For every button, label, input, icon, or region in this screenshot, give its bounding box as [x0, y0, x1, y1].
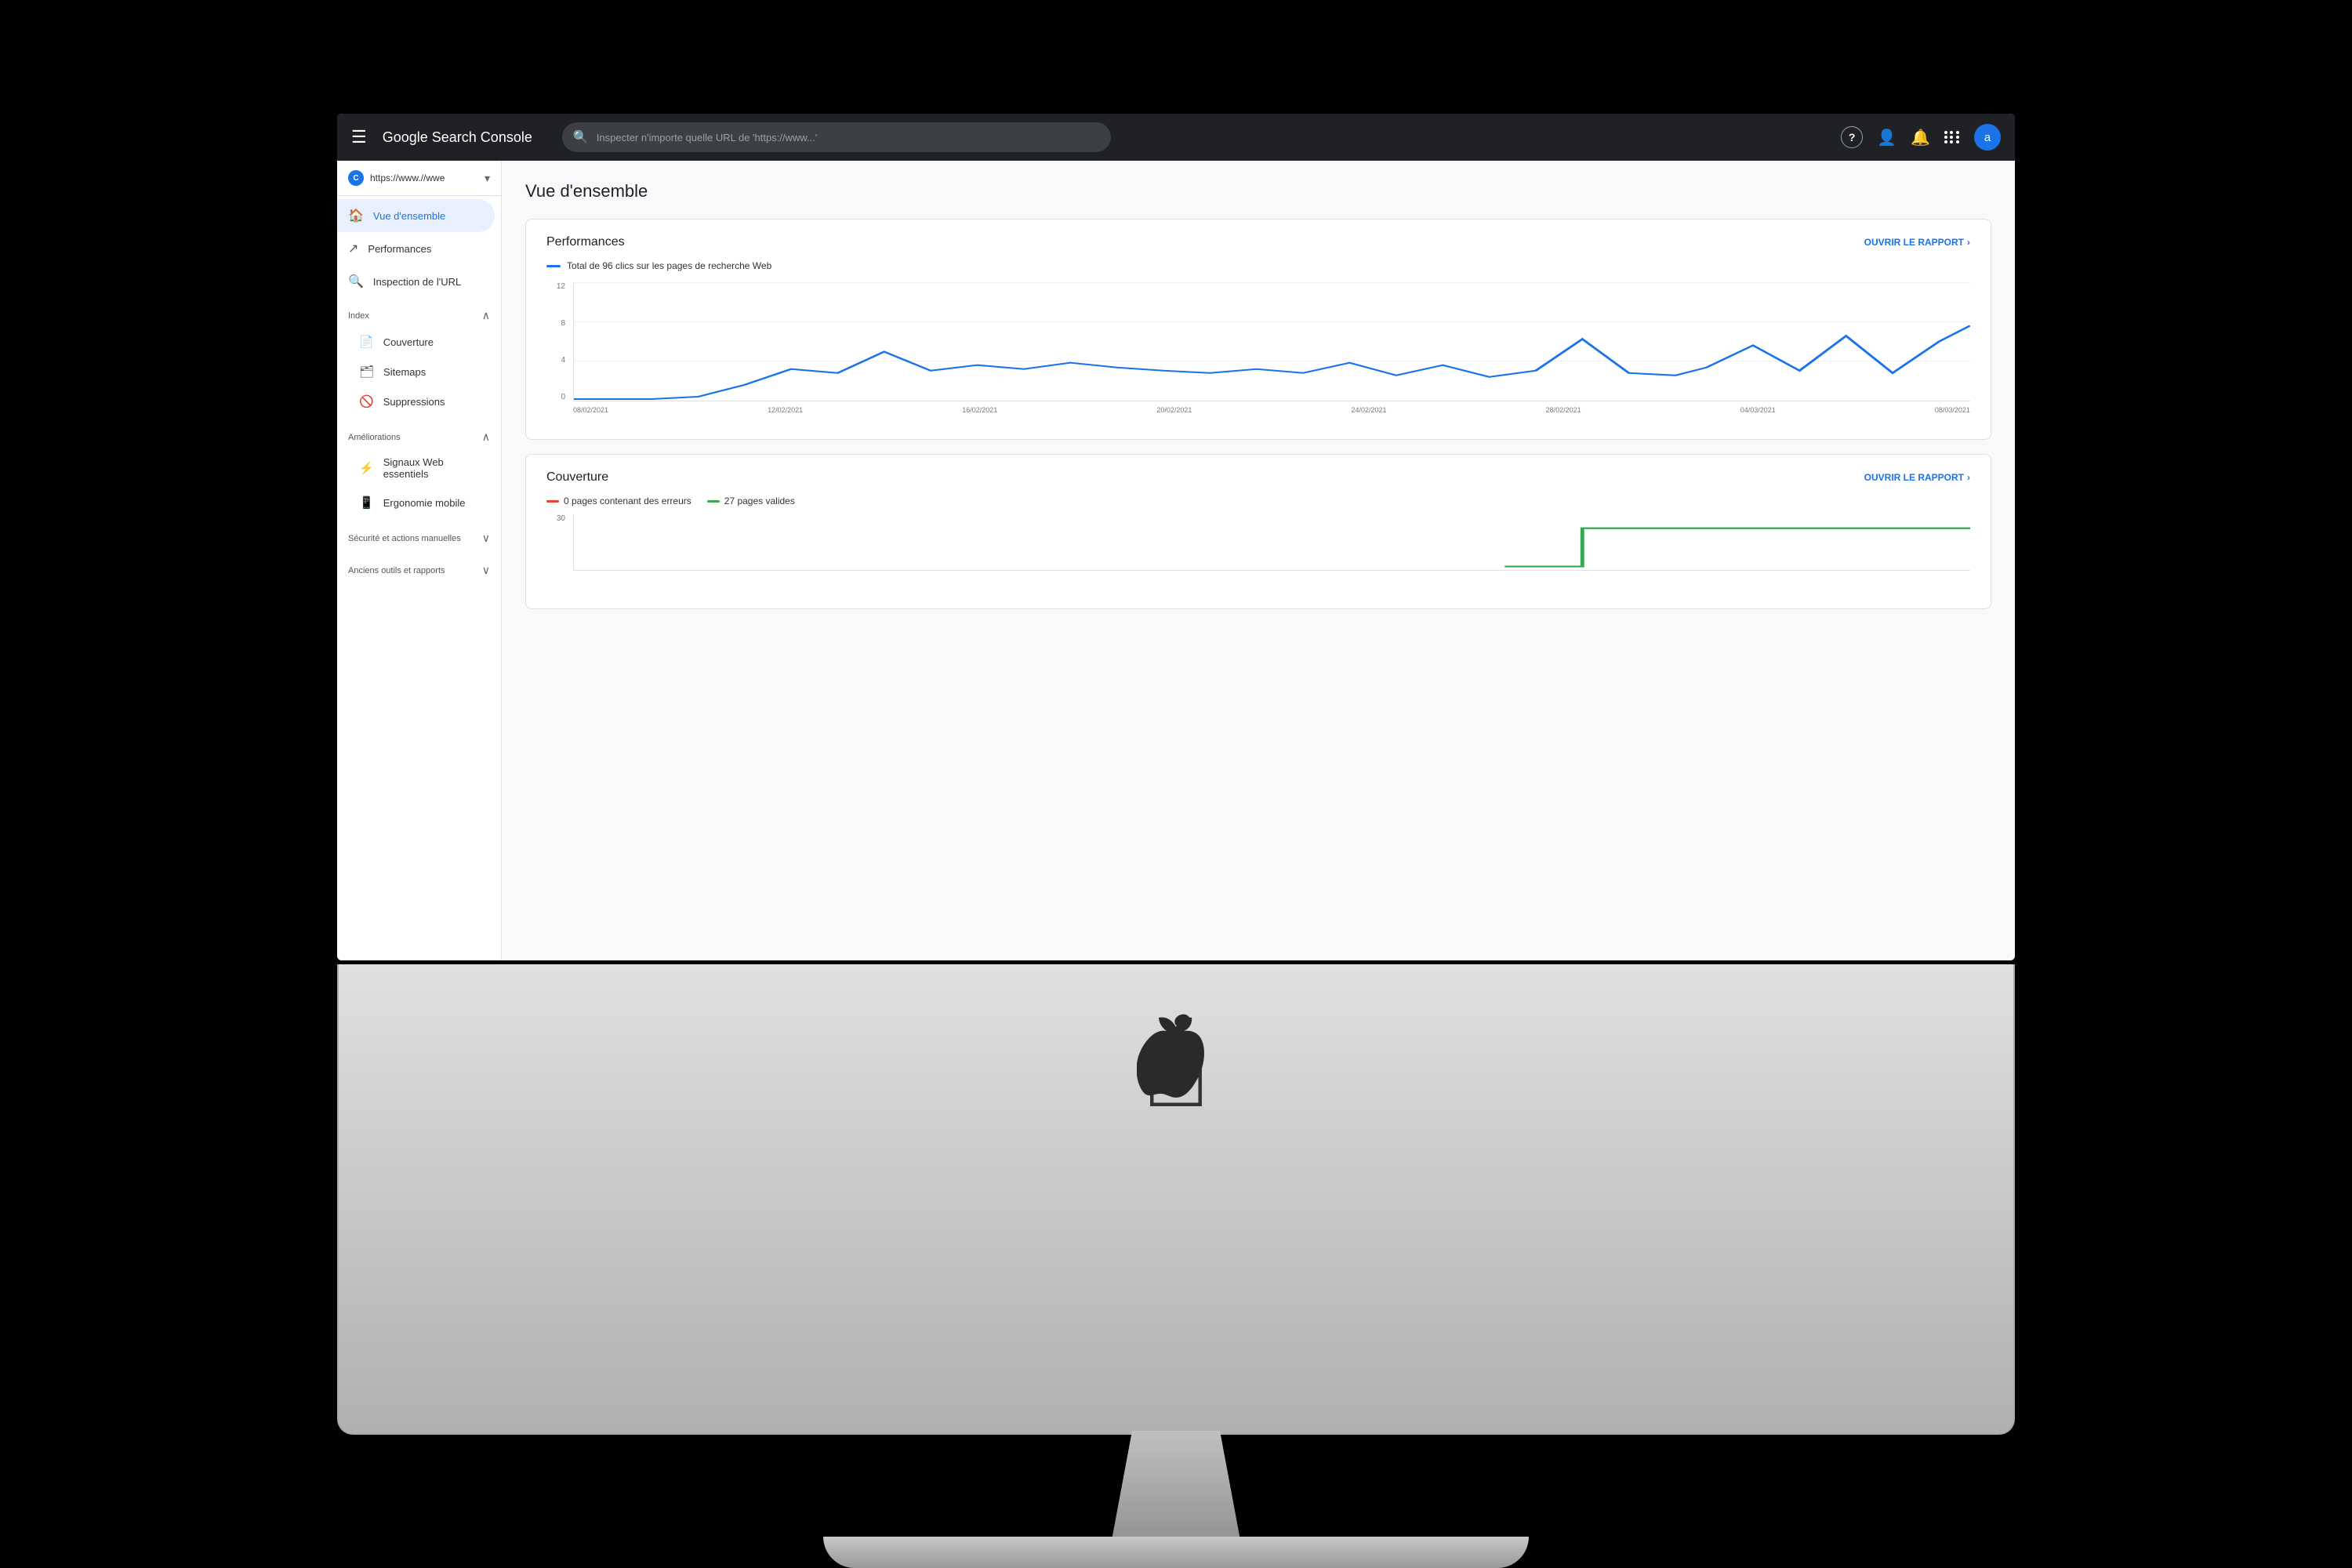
section-index-chevron[interactable]: ∧ [482, 309, 490, 322]
site-favicon: C [348, 170, 364, 186]
section-securite: Sécurité et actions manuelles ∨ [337, 521, 501, 550]
coverage-chart: 30 [546, 514, 1970, 593]
performances-report-link[interactable]: OUVRIR LE RAPPORT › [1864, 237, 1970, 248]
hamburger-icon[interactable]: ☰ [351, 127, 367, 147]
performances-legend-text: Total de 96 clics sur les pages de reche… [567, 260, 771, 271]
apple-logo-svg [1137, 1011, 1215, 1105]
page-title: Vue d'ensemble [525, 181, 1991, 201]
nav-label-ergonomie: Ergonomie mobile [383, 497, 466, 509]
sidebar-item-performances[interactable]: ↗ Performances [337, 232, 501, 265]
nav-label-sitemaps: Sitemaps [383, 366, 426, 378]
performances-legend: Total de 96 clics sur les pages de reche… [546, 260, 1970, 271]
grid-icon[interactable] [1944, 131, 1960, 143]
topbar: ☰ Google Search Console 🔍 Inspecter n'im… [337, 114, 2015, 161]
sidebar-item-couverture[interactable]: 📄 Couverture [337, 327, 501, 357]
coverage-card: Couverture OUVRIR LE RAPPORT › 0 pages c… [525, 454, 1991, 609]
sidebar: C https://www.//wwe ▾ 🏠 Vue d'ensemble ↗… [337, 161, 502, 960]
sidebar-item-inspection[interactable]: 🔍 Inspection de l'URL [337, 265, 501, 298]
coverage-legend-valid: 27 pages valides [724, 495, 795, 506]
performances-card-title: Performances [546, 235, 625, 249]
nav-label-couverture: Couverture [383, 336, 434, 348]
search-placeholder: Inspecter n'importe quelle URL de 'https… [597, 132, 818, 143]
nav-label-inspection: Inspection de l'URL [373, 276, 461, 288]
sidebar-item-suppressions[interactable]: 🚫 Suppressions [337, 387, 501, 416]
coverage-report-link[interactable]: OUVRIR LE RAPPORT › [1864, 472, 1970, 483]
avatar[interactable]: a [1974, 124, 2001, 151]
section-ameliorations: Améliorations ∧ [337, 419, 501, 448]
monitor-stand-base [823, 1537, 1529, 1568]
site-selector[interactable]: C https://www.//wwe ▾ [337, 161, 501, 196]
performances-card: Performances OUVRIR LE RAPPORT › Total d… [525, 219, 1991, 440]
coverage-card-title: Couverture [546, 470, 608, 485]
help-icon[interactable]: ? [1841, 126, 1863, 148]
signaux-icon: ⚡ [359, 461, 374, 475]
sidebar-item-ergonomie[interactable]: 📱 Ergonomie mobile [337, 488, 501, 517]
section-securite-chevron[interactable]: ∨ [482, 532, 490, 545]
home-icon: 🏠 [348, 208, 364, 223]
monitor-body:  [337, 964, 2015, 1435]
performances-chart: 12 8 4 0 [546, 282, 1970, 423]
search-bar[interactable]: 🔍 Inspecter n'importe quelle URL de 'htt… [562, 122, 1111, 152]
bell-icon[interactable]: 🔔 [1911, 128, 1930, 147]
topbar-actions: ? 👤 🔔 a [1841, 124, 2001, 151]
search-icon: 🔍 [573, 129, 589, 145]
section-ameliorations-chevron[interactable]: ∧ [482, 430, 490, 444]
search-nav-icon: 🔍 [348, 274, 364, 289]
couverture-icon: 📄 [359, 335, 374, 349]
coverage-legend-error: 0 pages contenant des erreurs [564, 495, 691, 506]
sidebar-item-vue-densemble[interactable]: 🏠 Vue d'ensemble [337, 199, 495, 232]
nav-label-signaux: Signaux Web essentiels [383, 456, 490, 480]
site-url: https://www.//wwe [370, 172, 478, 183]
trend-icon: ↗ [348, 241, 358, 256]
user-icon[interactable]: 👤 [1877, 128, 1896, 147]
section-securite-label: Sécurité et actions manuelles [348, 534, 461, 543]
section-anciens-chevron[interactable]: ∨ [482, 564, 490, 577]
nav-label-performances: Performances [368, 243, 431, 255]
logo: Google Search Console [383, 129, 532, 146]
section-anciens-label: Anciens outils et rapports [348, 566, 445, 575]
section-index-label: Index [348, 311, 369, 321]
nav-label-suppressions: Suppressions [383, 396, 445, 408]
sidebar-item-signaux[interactable]: ⚡ Signaux Web essentiels [337, 448, 501, 488]
section-ameliorations-label: Améliorations [348, 433, 401, 442]
coverage-legend: 0 pages contenant des erreurs 27 pages v… [546, 495, 1970, 506]
section-anciens: Anciens outils et rapports ∨ [337, 553, 501, 582]
dropdown-arrow-icon: ▾ [485, 172, 490, 185]
main-content: Vue d'ensemble Performances OUVRIR LE RA… [502, 161, 2015, 960]
sidebar-item-sitemaps[interactable]: 🗂 Sitemaps [337, 357, 501, 387]
sitemaps-icon: 🗂 [359, 365, 374, 379]
suppressions-icon: 🚫 [359, 394, 374, 408]
section-index: Index ∧ [337, 298, 501, 327]
nav-label-vue: Vue d'ensemble [373, 210, 445, 222]
ergonomie-icon: 📱 [359, 495, 374, 510]
